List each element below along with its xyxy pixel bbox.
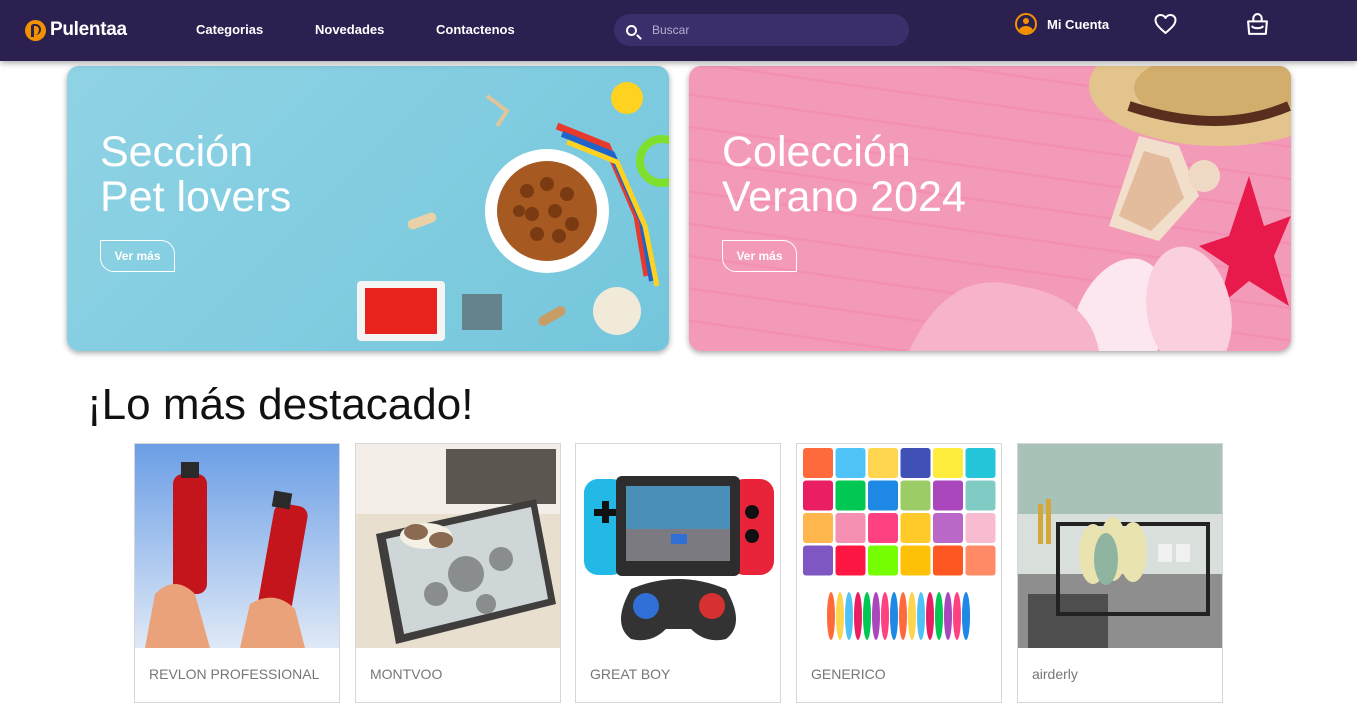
cart-icon[interactable] xyxy=(1245,12,1270,37)
product-brand: GREAT BOY xyxy=(590,666,671,682)
product-card[interactable]: airderly xyxy=(1017,443,1223,703)
product-image xyxy=(356,444,560,648)
account-label: Mi Cuenta xyxy=(1047,16,1110,32)
product-card[interactable]: GENERICO xyxy=(796,443,1002,703)
product-card[interactable]: REVLON PROFESSIONAL xyxy=(134,443,340,703)
brand-logo[interactable]: Pulentaa xyxy=(25,17,127,43)
search-icon[interactable] xyxy=(626,25,637,36)
heart-icon[interactable] xyxy=(1153,12,1178,36)
ver-mas-button[interactable]: Ver más xyxy=(100,240,175,272)
product-brand: REVLON PROFESSIONAL xyxy=(149,666,320,682)
nav-contactenos[interactable]: Contactenos xyxy=(436,22,515,37)
product-brand: MONTVOO xyxy=(370,666,443,682)
product-card[interactable]: MONTVOO xyxy=(355,443,561,703)
user-icon xyxy=(1015,13,1037,35)
banner-title: Colección Verano 2024 xyxy=(722,128,966,221)
top-navbar: Pulentaa Categorias Novedades Contacteno… xyxy=(0,0,1357,61)
nav-categorias[interactable]: Categorias xyxy=(196,22,263,37)
banner-pet-lovers[interactable]: Sección Pet lovers Ver más xyxy=(67,66,669,351)
product-card[interactable]: GREAT BOY xyxy=(575,443,781,703)
product-image xyxy=(576,444,780,648)
search-bar xyxy=(614,14,909,46)
product-image xyxy=(797,444,1001,648)
ver-mas-button[interactable]: Ver más xyxy=(722,240,797,272)
banner-verano-2024[interactable]: Colección Verano 2024 Ver más xyxy=(689,66,1291,351)
banner-title: Sección Pet lovers xyxy=(100,128,292,221)
nav-novedades[interactable]: Novedades xyxy=(315,22,384,37)
product-image xyxy=(135,444,339,648)
product-brand: airderly xyxy=(1032,666,1078,682)
account-link[interactable]: Mi Cuenta xyxy=(1015,13,1109,35)
logo-text: Pulentaa xyxy=(50,19,127,40)
featured-section-title: ¡Lo más destacado! xyxy=(87,380,474,429)
logo-icon xyxy=(25,19,46,41)
product-brand: GENERICO xyxy=(811,666,886,682)
search-input[interactable] xyxy=(652,14,897,46)
product-image xyxy=(1018,444,1222,648)
